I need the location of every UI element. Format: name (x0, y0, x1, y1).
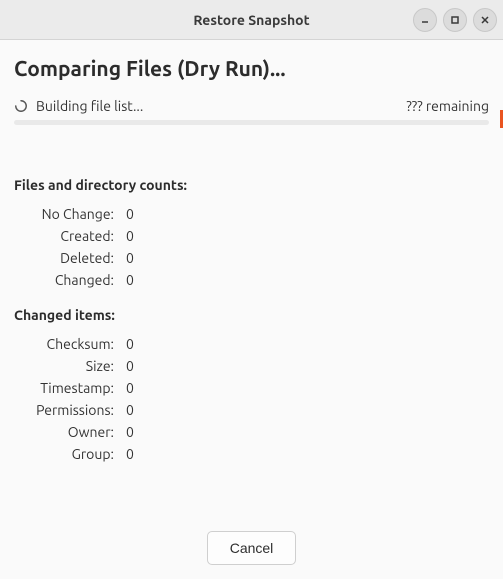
changed-group-value: 0 (122, 443, 134, 465)
count-deleted-value: 0 (122, 247, 134, 269)
counts-table: No Change: 0 Created: 0 Deleted: 0 Chang… (14, 203, 134, 291)
status-row: Building file list... ??? remaining (14, 98, 489, 114)
footer: Cancel (0, 531, 503, 565)
count-created-label: Created: (14, 225, 122, 247)
window-controls (413, 8, 497, 32)
changed-table: Checksum: 0 Size: 0 Timestamp: 0 Permiss… (14, 333, 134, 465)
count-no-change-label: No Change: (14, 203, 122, 225)
spinner-icon (14, 99, 28, 113)
count-deleted-label: Deleted: (14, 247, 122, 269)
count-changed-value: 0 (122, 269, 134, 291)
minimize-icon (420, 15, 430, 25)
table-row: Timestamp: 0 (14, 377, 134, 399)
table-row: Permissions: 0 (14, 399, 134, 421)
close-button[interactable] (473, 8, 497, 32)
content-area: Comparing Files (Dry Run)... Building fi… (0, 40, 503, 465)
table-row: No Change: 0 (14, 203, 134, 225)
changed-permissions-value: 0 (122, 399, 134, 421)
progress-bar (14, 120, 489, 125)
table-row: Created: 0 (14, 225, 134, 247)
counts-heading: Files and directory counts: (14, 177, 489, 193)
minimize-button[interactable] (413, 8, 437, 32)
changed-heading: Changed items: (14, 307, 489, 323)
count-created-value: 0 (122, 225, 134, 247)
close-icon (480, 15, 490, 25)
titlebar: Restore Snapshot (0, 0, 503, 40)
window-title: Restore Snapshot (193, 12, 309, 28)
count-no-change-value: 0 (122, 203, 134, 225)
status-remaining: ??? remaining (406, 98, 489, 114)
maximize-icon (450, 15, 460, 25)
changed-size-value: 0 (122, 355, 134, 377)
changed-checksum-value: 0 (122, 333, 134, 355)
status-text: Building file list... (36, 98, 143, 114)
table-row: Size: 0 (14, 355, 134, 377)
status-left: Building file list... (14, 98, 143, 114)
changed-group-label: Group: (14, 443, 122, 465)
changed-owner-value: 0 (122, 421, 134, 443)
table-row: Group: 0 (14, 443, 134, 465)
changed-permissions-label: Permissions: (14, 399, 122, 421)
table-row: Changed: 0 (14, 269, 134, 291)
table-row: Deleted: 0 (14, 247, 134, 269)
changed-owner-label: Owner: (14, 421, 122, 443)
changed-timestamp-value: 0 (122, 377, 134, 399)
cancel-button[interactable]: Cancel (207, 531, 297, 565)
table-row: Checksum: 0 (14, 333, 134, 355)
count-changed-label: Changed: (14, 269, 122, 291)
table-row: Owner: 0 (14, 421, 134, 443)
maximize-button[interactable] (443, 8, 467, 32)
page-title: Comparing Files (Dry Run)... (14, 56, 489, 80)
changed-timestamp-label: Timestamp: (14, 377, 122, 399)
changed-size-label: Size: (14, 355, 122, 377)
changed-checksum-label: Checksum: (14, 333, 122, 355)
